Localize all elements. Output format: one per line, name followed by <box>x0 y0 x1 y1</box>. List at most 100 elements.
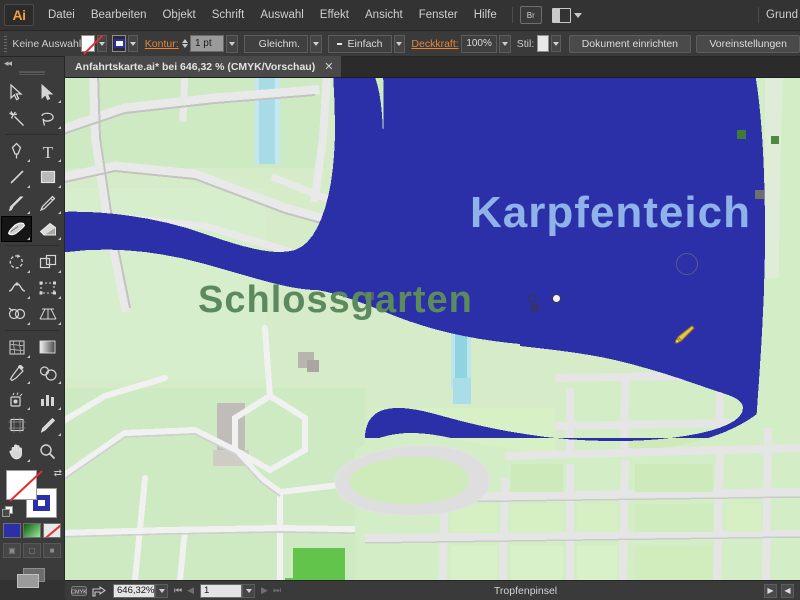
normal-screen-mode-icon[interactable]: ▣ <box>3 543 21 558</box>
fullscreen-mode-icon[interactable]: ■ <box>43 543 61 558</box>
stroke-label[interactable]: Kontur: <box>145 38 179 50</box>
scale-tool[interactable] <box>32 249 63 275</box>
tools-panel-grip[interactable] <box>19 71 45 75</box>
change-screen-mode-icon[interactable] <box>17 568 47 590</box>
tool-group-indicator <box>58 126 61 129</box>
menu-item-ansicht[interactable]: Ansicht <box>357 5 411 25</box>
rotate-tool[interactable] <box>1 249 32 275</box>
control-bar-grip[interactable] <box>4 35 8 52</box>
stroke-profile-dropdown[interactable] <box>309 34 322 53</box>
swap-fill-stroke-icon[interactable]: ⇄ <box>54 468 62 479</box>
next-artboard-button[interactable]: ▶ <box>261 585 268 596</box>
graphic-style-dropdown[interactable] <box>550 35 561 52</box>
eyedropper-tool[interactable] <box>1 360 32 386</box>
document-canvas[interactable]: Karpfenteich Schlossgarten <box>65 78 800 580</box>
zoom-level-dropdown[interactable] <box>155 583 168 598</box>
stroke-weight-field[interactable]: 1 pt <box>189 35 224 52</box>
stroke-weight-stepper[interactable] <box>181 39 188 48</box>
preferences-button[interactable]: Voreinstellungen <box>696 34 800 53</box>
artboard-number-field[interactable]: 1 <box>200 583 243 598</box>
svg-text:CMYK: CMYK <box>71 589 87 595</box>
app-logo-icon: Ai <box>4 4 34 26</box>
shape-builder-tool[interactable] <box>1 301 32 327</box>
document-tab[interactable]: Anfahrtskarte.ai* bei 646,32 % (CMYK/Vor… <box>65 56 343 77</box>
workspace-switcher[interactable]: Grund <box>766 9 800 21</box>
fill-swatch[interactable] <box>81 35 96 52</box>
none-fill-button[interactable] <box>43 523 61 538</box>
stroke-weight-dropdown[interactable] <box>225 34 238 53</box>
gradient-tool[interactable] <box>32 334 63 360</box>
stroke-swatch[interactable] <box>112 35 127 52</box>
arrange-documents-icon <box>551 7 571 23</box>
preview-mode-icon[interactable]: CMYK <box>69 584 89 598</box>
arrange-documents-button[interactable] <box>551 7 582 23</box>
bridge-icon[interactable]: Br <box>519 6 542 24</box>
pencil-tool[interactable] <box>32 190 63 216</box>
path-anchor-point[interactable] <box>528 294 537 303</box>
tool-group-indicator <box>27 355 30 358</box>
path-anchor-point[interactable] <box>552 294 561 303</box>
slice-tool[interactable] <box>32 412 63 438</box>
tool-group-indicator <box>58 296 61 299</box>
menu-item-datei[interactable]: Datei <box>40 5 83 25</box>
brush-label: Einfach <box>347 37 383 50</box>
tool-group-indicator <box>27 296 30 299</box>
stroke-profile-combo[interactable]: Gleichm. <box>243 34 308 53</box>
share-on-behance-icon[interactable] <box>89 584 109 598</box>
menu-item-objekt[interactable]: Objekt <box>154 5 203 25</box>
menu-item-hilfe[interactable]: Hilfe <box>466 5 505 25</box>
color-fill-button[interactable] <box>3 523 21 538</box>
status-arrows: ▶ ◀ <box>764 583 800 598</box>
status-next-icon[interactable]: ▶ <box>764 583 777 598</box>
brush-definition-combo[interactable]: Einfach <box>327 34 392 53</box>
zoom-level-field[interactable]: 646,32% <box>113 583 155 598</box>
blend-tool[interactable] <box>32 360 63 386</box>
mesh-tool[interactable] <box>1 334 32 360</box>
gradient-fill-button[interactable] <box>23 523 41 538</box>
opacity-field[interactable]: 100% <box>461 34 497 53</box>
close-icon[interactable]: ✕ <box>324 60 333 73</box>
last-artboard-button[interactable]: ⏭ <box>273 585 281 596</box>
opacity-label[interactable]: Deckkraft: <box>411 38 458 50</box>
paintbrush-tool[interactable] <box>1 190 32 216</box>
menu-item-effekt[interactable]: Effekt <box>312 5 357 25</box>
selection-tool[interactable] <box>1 79 32 105</box>
magic-wand-tool[interactable] <box>1 105 32 131</box>
free-transform-tool[interactable] <box>32 275 63 301</box>
menu-item-fenster[interactable]: Fenster <box>411 5 466 25</box>
opacity-dropdown[interactable] <box>498 34 511 53</box>
stroke-swatch-dropdown[interactable] <box>128 35 139 52</box>
zoom-tool[interactable] <box>32 438 63 464</box>
graphic-style-swatch[interactable] <box>536 35 549 52</box>
line-segment-tool[interactable] <box>1 164 32 190</box>
fullscreen-menubar-mode-icon[interactable]: ▢ <box>23 543 41 558</box>
tool-group-indicator <box>27 237 30 240</box>
blob-brush-tool[interactable] <box>1 216 32 242</box>
pen-tool[interactable] <box>1 138 32 164</box>
first-artboard-button[interactable]: ⏮ <box>174 585 182 596</box>
previous-artboard-button[interactable]: ◀ <box>187 585 194 596</box>
menu-item-bearbeiten[interactable]: Bearbeiten <box>83 5 155 25</box>
artboard-tool[interactable] <box>1 412 32 438</box>
default-fill-stroke-icon[interactable] <box>2 506 14 518</box>
width-tool[interactable] <box>1 275 32 301</box>
menu-item-auswahl[interactable]: Auswahl <box>252 5 311 25</box>
rectangle-tool[interactable] <box>32 164 63 190</box>
type-tool[interactable]: T <box>32 138 63 164</box>
menu-item-schrift[interactable]: Schrift <box>204 5 253 25</box>
status-prev-icon[interactable]: ◀ <box>781 583 794 598</box>
artboard-number-dropdown[interactable] <box>242 583 256 598</box>
lasso-tool[interactable] <box>32 105 63 131</box>
document-setup-button[interactable]: Dokument einrichten <box>568 34 692 53</box>
tools-panel-collapse[interactable]: ◂◂ <box>0 57 64 69</box>
fill-color-swatch[interactable] <box>6 470 37 500</box>
brush-definition-dropdown[interactable] <box>393 34 406 53</box>
eraser-tool[interactable] <box>32 216 63 242</box>
direct-selection-tool[interactable] <box>32 79 63 105</box>
column-graph-tool[interactable] <box>32 386 63 412</box>
hand-tool[interactable] <box>1 438 32 464</box>
perspective-grid-tool[interactable] <box>32 301 63 327</box>
blob-brush-pointer-icon <box>672 323 696 347</box>
tool-group-indicator <box>27 459 30 462</box>
symbol-sprayer-tool[interactable] <box>1 386 32 412</box>
